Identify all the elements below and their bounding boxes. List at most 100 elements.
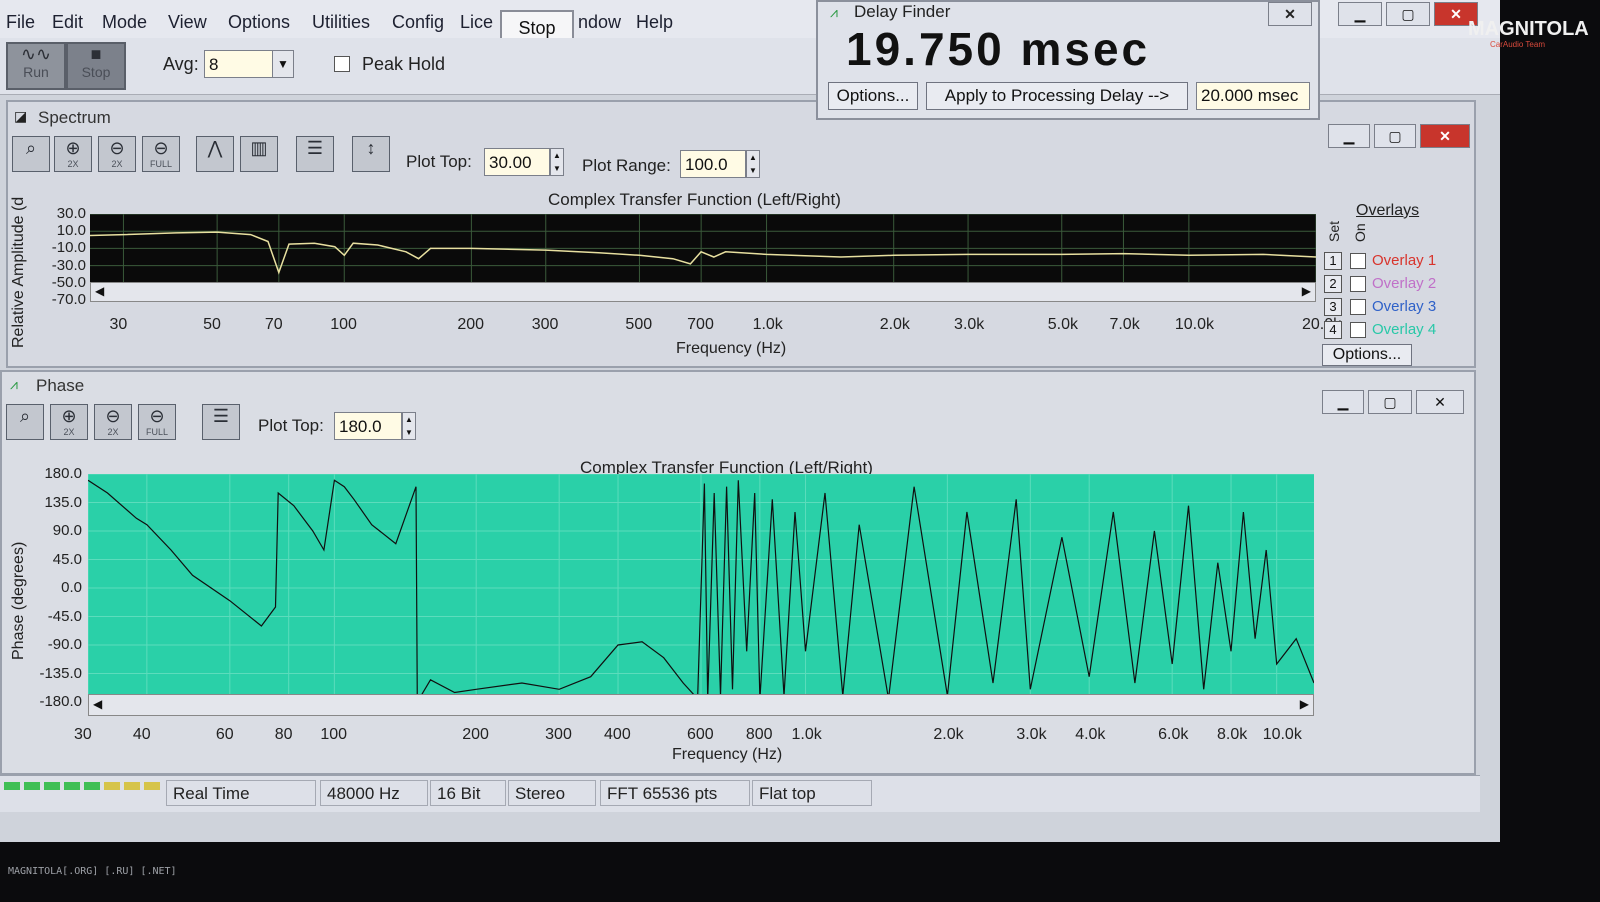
spectrum-settings-button[interactable]: ☰	[296, 136, 334, 172]
screen: File Edit Mode View Options Utilities Co…	[0, 0, 1500, 842]
menu-window[interactable]: ndow	[578, 12, 621, 33]
phase-close-button[interactable]: ✕	[1416, 390, 1464, 414]
footer-watermark: MAGNITOLA[.ORG] [.RU] [.NET]	[8, 866, 177, 877]
y-tick-label: -50.0	[51, 273, 86, 291]
phase-zoom-out-2x-text: 2X	[107, 427, 119, 437]
zoom-in-icon: ⊕	[65, 138, 81, 158]
menu-config[interactable]: Config	[392, 12, 444, 33]
overlay-on-checkbox[interactable]	[1350, 322, 1366, 338]
delay-options-button[interactable]: Options...	[828, 82, 918, 110]
overlay-on-checkbox[interactable]	[1350, 276, 1366, 292]
zoom-out-full-text: FULL	[149, 159, 172, 169]
y-tick-label: -70.0	[51, 291, 86, 308]
zoom-out-icon: ⊖	[109, 138, 125, 158]
status-window-type: Flat top	[752, 780, 872, 806]
bar-mode-button[interactable]: ▥	[240, 136, 278, 172]
zoom-out-2x-button[interactable]: ⊖ 2X	[98, 136, 136, 172]
overlay-set-button[interactable]: 1	[1324, 252, 1342, 270]
phase-zoom-out-full-button[interactable]: ⊖ FULL	[138, 404, 176, 440]
phase-settings-button[interactable]: ☰	[202, 404, 240, 440]
plot-range-field[interactable]: 100.0	[680, 150, 746, 178]
spectrum-minimize-button[interactable]: ▁	[1328, 124, 1370, 148]
run-button[interactable]: ∿∿ Run	[6, 42, 66, 90]
menu-help[interactable]: Help	[636, 12, 673, 33]
zoom-tool-button[interactable]: ⌕	[12, 136, 50, 172]
zoom-out-full-button[interactable]: ⊖ FULL	[142, 136, 180, 172]
menu-utilities[interactable]: Utilities	[312, 12, 370, 33]
phase-plot-top-field[interactable]: 180.0	[334, 412, 402, 440]
stop-button[interactable]: ■ Stop	[66, 42, 126, 90]
overlay-on-checkbox[interactable]	[1350, 253, 1366, 269]
y-tick-label: 135.0	[44, 493, 82, 511]
menu-view[interactable]: View	[168, 12, 207, 33]
overlays-options-button[interactable]: Options...	[1322, 344, 1412, 366]
spectrum-plot-top-spinner[interactable]: ▲ ▼	[550, 148, 564, 176]
overlay-set-button[interactable]: 3	[1324, 298, 1342, 316]
spectrum-panel: ◪ Spectrum ▁ ▢ ✕ ⌕ ⊕ 2X ⊖ 2X ⊖ FULL ⋀ ▥ ☰ ↕…	[6, 100, 1476, 368]
x-tick-label: 30	[74, 726, 92, 743]
overlay-set-button[interactable]: 4	[1324, 321, 1342, 339]
processing-delay-field[interactable]: 20.000 msec	[1196, 82, 1310, 110]
y-tick-label: -30.0	[51, 256, 86, 274]
line-mode-button[interactable]: ⋀	[196, 136, 234, 172]
zoom-out-2x-text: 2X	[111, 159, 123, 169]
avg-dropdown-arrow-icon[interactable]: ▼	[272, 50, 294, 78]
phase-scrollbar[interactable]: ◀ ▶	[88, 694, 1314, 716]
minimize-button[interactable]: ▁	[1338, 2, 1382, 26]
overlay-on-checkbox[interactable]	[1350, 299, 1366, 315]
menu-file[interactable]: File	[6, 12, 35, 33]
phase-zoom-full-icon: ⊖	[149, 406, 165, 426]
waveform-icon: ∿∿	[20, 44, 52, 64]
spectrum-scrollbar[interactable]: ◀ ▶	[90, 282, 1316, 302]
level-led	[4, 782, 20, 790]
menu-mode[interactable]: Mode	[102, 12, 147, 33]
spectrum-close-button[interactable]: ✕	[1420, 124, 1470, 148]
x-tick-label: 300	[531, 316, 559, 333]
x-tick-label: 4.0k	[1075, 726, 1106, 743]
avg-select[interactable]: 8	[204, 50, 274, 78]
phase-x-axis-label: Frequency (Hz)	[672, 746, 783, 763]
list-icon: ☰	[306, 138, 324, 158]
status-channels: Stereo	[508, 780, 596, 806]
peak-hold-checkbox[interactable]	[334, 56, 350, 72]
overlay-set-button[interactable]: 2	[1324, 275, 1342, 293]
phase-zoom-in-2x-button[interactable]: ⊕ 2X	[50, 404, 88, 440]
x-tick-label: 1.0k	[791, 726, 822, 743]
menu-edit[interactable]: Edit	[52, 12, 83, 33]
spectrum-maximize-button[interactable]: ▢	[1374, 124, 1416, 148]
peak-hold-label: Peak Hold	[362, 54, 446, 74]
phase-zoom-out-icon: ⊖	[105, 406, 121, 426]
x-tick-label: 3.0k	[954, 316, 985, 333]
plot-range-spinner[interactable]: ▲ ▼	[746, 150, 760, 178]
phase-zoom-tool-button[interactable]: ⌕	[6, 404, 44, 440]
level-led	[144, 782, 160, 790]
overlay-label: Overlay 1	[1372, 252, 1437, 269]
vertical-scale-button[interactable]: ↕	[352, 136, 390, 172]
delay-finder-window: ⩘ Delay Finder ✕ 19.750 msec Options... …	[816, 0, 1320, 120]
phase-zoom-out-2x-button[interactable]: ⊖ 2X	[94, 404, 132, 440]
delay-finder-icon: ⩘	[830, 4, 838, 20]
phase-plot-top-spinner[interactable]: ▲ ▼	[402, 412, 416, 440]
x-tick-label: 50	[203, 316, 221, 333]
status-sample-rate: 48000 Hz	[320, 780, 428, 806]
phase-minimize-button[interactable]: ▁	[1322, 390, 1364, 414]
apply-processing-delay-button[interactable]: Apply to Processing Delay -->	[926, 82, 1188, 110]
maximize-button[interactable]: ▢	[1386, 2, 1430, 26]
x-tick-label: 2.0k	[933, 726, 964, 743]
phase-maximize-button[interactable]: ▢	[1368, 390, 1412, 414]
x-tick-label: 30	[109, 316, 128, 333]
x-tick-label: 60	[215, 726, 234, 743]
delay-finder-close-button[interactable]: ✕	[1268, 2, 1312, 26]
level-led	[44, 782, 60, 790]
phase-zoom-out-full-text: FULL	[145, 427, 168, 437]
y-tick-label: 10.0	[56, 222, 86, 240]
zoom-in-2x-button[interactable]: ⊕ 2X	[54, 136, 92, 172]
x-tick-label: 100	[320, 726, 348, 743]
spectrum-plot-top-field[interactable]: 30.00	[484, 148, 550, 176]
x-tick-label: 5.0k	[1047, 316, 1078, 333]
x-tick-label: 500	[625, 316, 653, 333]
menu-options[interactable]: Options	[228, 12, 290, 33]
menu-license[interactable]: Lice	[460, 12, 493, 33]
x-tick-label: 3.0k	[1016, 726, 1047, 743]
delay-value-readout: 19.750 msec	[846, 23, 1151, 75]
